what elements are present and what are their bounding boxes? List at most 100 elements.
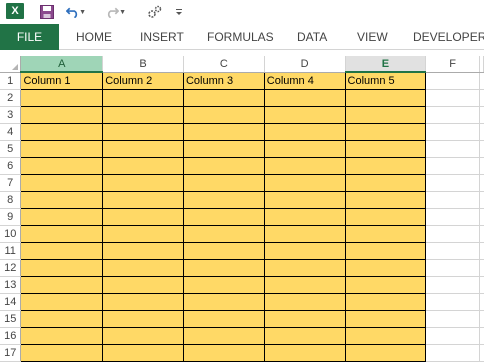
column-header-a[interactable]: A xyxy=(20,56,104,73)
table-cell[interactable] xyxy=(182,309,265,328)
row-header[interactable]: 13 xyxy=(0,276,22,294)
redo-icon[interactable]: ▼ xyxy=(106,0,126,24)
table-cell[interactable] xyxy=(102,105,184,124)
empty-cell[interactable] xyxy=(425,89,480,107)
table-cell[interactable] xyxy=(263,190,346,209)
empty-cell[interactable] xyxy=(479,276,484,294)
table-cell[interactable] xyxy=(263,88,346,107)
empty-cell[interactable] xyxy=(479,327,484,345)
table-cell[interactable] xyxy=(102,343,184,362)
table-cell[interactable] xyxy=(20,292,104,311)
table-cell[interactable] xyxy=(344,292,427,311)
table-cell[interactable] xyxy=(263,173,346,192)
row-header[interactable]: 6 xyxy=(0,157,22,175)
table-cell[interactable] xyxy=(182,122,265,141)
table-cell[interactable] xyxy=(344,156,427,175)
table-cell[interactable] xyxy=(263,207,346,226)
table-cell[interactable] xyxy=(263,139,346,158)
table-cell[interactable] xyxy=(20,88,104,107)
table-cell[interactable] xyxy=(20,343,104,362)
empty-cell[interactable] xyxy=(479,89,484,107)
table-cell[interactable] xyxy=(20,173,104,192)
tab-insert[interactable]: INSERT xyxy=(140,24,184,50)
table-cell[interactable] xyxy=(182,207,265,226)
undo-dropdown-icon[interactable]: ▼ xyxy=(79,9,86,16)
row-header[interactable]: 15 xyxy=(0,310,22,328)
table-cell[interactable] xyxy=(182,156,265,175)
table-cell[interactable] xyxy=(344,343,427,362)
table-cell[interactable] xyxy=(182,173,265,192)
empty-cell[interactable] xyxy=(479,72,484,90)
table-cell[interactable] xyxy=(20,139,104,158)
empty-cell[interactable] xyxy=(425,293,480,311)
table-cell[interactable] xyxy=(102,173,184,192)
table-cell[interactable] xyxy=(182,224,265,243)
table-cell[interactable] xyxy=(20,258,104,277)
table-cell[interactable] xyxy=(344,258,427,277)
table-cell[interactable] xyxy=(263,343,346,362)
row-header[interactable]: 4 xyxy=(0,123,22,141)
table-cell[interactable] xyxy=(263,122,346,141)
table-cell[interactable] xyxy=(182,275,265,294)
row-header[interactable]: 11 xyxy=(0,242,22,260)
table-cell[interactable] xyxy=(182,105,265,124)
table-cell[interactable] xyxy=(20,105,104,124)
table-cell[interactable] xyxy=(344,224,427,243)
tab-developer[interactable]: DEVELOPER xyxy=(413,24,484,50)
table-cell[interactable] xyxy=(102,309,184,328)
table-cell[interactable] xyxy=(263,224,346,243)
empty-cell[interactable] xyxy=(425,106,480,124)
table-cell[interactable] xyxy=(263,309,346,328)
empty-cell[interactable] xyxy=(425,276,480,294)
table-cell[interactable] xyxy=(263,258,346,277)
table-cell[interactable] xyxy=(102,122,184,141)
table-cell[interactable] xyxy=(102,292,184,311)
empty-cell[interactable] xyxy=(425,208,480,226)
table-cell[interactable] xyxy=(20,122,104,141)
column-header-e[interactable]: E xyxy=(345,56,427,73)
empty-cell[interactable] xyxy=(479,344,484,362)
table-cell[interactable] xyxy=(182,343,265,362)
row-header[interactable]: 12 xyxy=(0,259,22,277)
empty-cell[interactable] xyxy=(425,72,480,90)
table-cell[interactable] xyxy=(182,326,265,345)
table-cell[interactable] xyxy=(182,88,265,107)
table-cell[interactable] xyxy=(20,156,104,175)
table-cell[interactable] xyxy=(344,326,427,345)
row-header[interactable]: 7 xyxy=(0,174,22,192)
row-header[interactable]: 8 xyxy=(0,191,22,209)
empty-cell[interactable] xyxy=(425,259,480,277)
redo-dropdown-icon[interactable]: ▼ xyxy=(119,9,126,16)
empty-cell[interactable] xyxy=(425,123,480,141)
empty-cell[interactable] xyxy=(479,123,484,141)
table-cell[interactable] xyxy=(20,207,104,226)
empty-cell[interactable] xyxy=(425,310,480,328)
table-cell[interactable]: Column 1 xyxy=(20,71,104,90)
table-cell[interactable] xyxy=(102,241,184,260)
row-header[interactable]: 14 xyxy=(0,293,22,311)
customize-qat-icon[interactable] xyxy=(173,0,185,24)
column-header-d[interactable]: D xyxy=(264,56,346,73)
table-cell[interactable] xyxy=(20,326,104,345)
tab-formulas[interactable]: FORMULAS xyxy=(207,24,274,50)
column-header-b[interactable]: B xyxy=(102,56,184,73)
table-cell[interactable] xyxy=(344,241,427,260)
empty-cell[interactable] xyxy=(425,242,480,260)
row-header[interactable]: 5 xyxy=(0,140,22,158)
table-cell[interactable]: Column 2 xyxy=(102,71,184,90)
tab-view[interactable]: VIEW xyxy=(357,24,388,50)
table-cell[interactable] xyxy=(20,190,104,209)
table-cell[interactable] xyxy=(182,292,265,311)
table-cell[interactable] xyxy=(102,326,184,345)
table-cell[interactable]: Column 3 xyxy=(182,71,265,90)
column-header-f[interactable]: F xyxy=(425,56,480,73)
column-header-g-partial[interactable] xyxy=(479,56,484,73)
row-header[interactable]: 9 xyxy=(0,208,22,226)
row-header[interactable]: 1 xyxy=(0,72,22,90)
row-header[interactable]: 17 xyxy=(0,344,22,362)
table-cell[interactable] xyxy=(344,122,427,141)
empty-cell[interactable] xyxy=(479,157,484,175)
undo-icon[interactable]: ▼ xyxy=(66,0,86,24)
empty-cell[interactable] xyxy=(425,157,480,175)
select-all-corner[interactable] xyxy=(0,56,22,73)
